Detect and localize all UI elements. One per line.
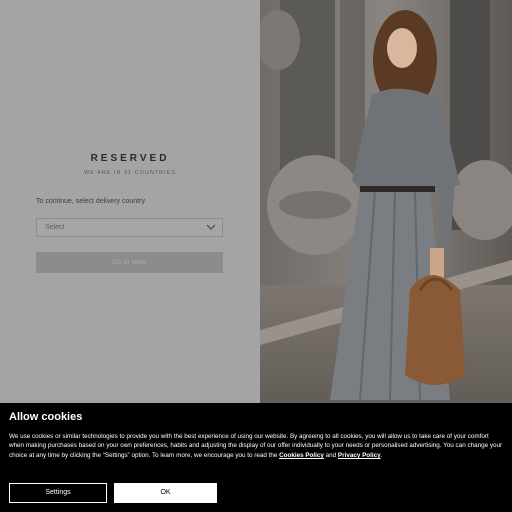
- cookie-settings-button[interactable]: Settings: [9, 483, 107, 503]
- cookie-ok-button[interactable]: OK: [114, 483, 217, 503]
- privacy-policy-link[interactable]: Privacy Policy: [338, 452, 381, 459]
- chevron-down-icon: [206, 224, 216, 230]
- country-select-value: Select: [45, 224, 65, 231]
- brand-logo: RESERVED: [90, 153, 170, 164]
- countries-subtitle: WE ARE IN 31 COUNTRIES: [84, 170, 176, 176]
- hero-photo-illustration: [260, 0, 512, 403]
- cookie-text-body: We use cookies or similar technologies t…: [9, 433, 503, 459]
- cookie-banner-text: We use cookies or similar technologies t…: [9, 433, 503, 459]
- delivery-country-label: To continue, select delivery country: [36, 198, 145, 205]
- go-to-store-button[interactable]: Go to store: [36, 252, 223, 273]
- cookie-text-and: and: [325, 451, 337, 459]
- country-select[interactable]: Select: [36, 218, 223, 237]
- hero-photo: [260, 0, 512, 403]
- store-selector-panel: RESERVED WE ARE IN 31 COUNTRIES To conti…: [0, 0, 260, 403]
- cookies-policy-link[interactable]: Cookies Policy: [279, 452, 324, 459]
- cookie-banner-title: Allow cookies: [9, 411, 83, 423]
